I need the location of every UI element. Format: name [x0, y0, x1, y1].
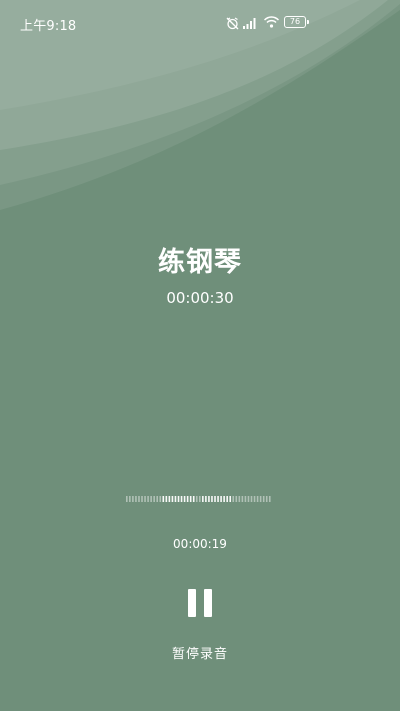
- waveform-bar: [129, 496, 131, 502]
- waveform-bar: [135, 496, 137, 502]
- pause-recording-label[interactable]: 暂停录音: [0, 643, 400, 662]
- waveform-bar: [232, 496, 235, 502]
- waveform-bar: [208, 496, 210, 502]
- waveform-bar: [168, 496, 171, 502]
- recording-title: 练钢琴: [158, 247, 242, 278]
- waveform-bar: [241, 496, 244, 502]
- audio-waveform: [126, 496, 271, 502]
- waveform-bar: [126, 496, 128, 502]
- waveform-bar: [205, 496, 207, 502]
- waveform-bar: [150, 496, 152, 502]
- waveform-bar: [202, 496, 204, 502]
- waveform-bar: [159, 496, 162, 502]
- status-bar: 上午9:18 76: [0, 0, 400, 48]
- waveform-bar: [144, 496, 146, 502]
- waveform-bar: [162, 496, 165, 502]
- pause-button[interactable]: [180, 583, 220, 623]
- elapsed-time: 00:00:19: [173, 537, 227, 551]
- waveform-bar: [171, 496, 174, 502]
- battery-icon: 76: [284, 16, 309, 28]
- waveform-bar: [141, 496, 143, 502]
- alarm-off-icon: [226, 17, 239, 30]
- waveform-bar: [153, 496, 155, 502]
- total-duration: 00:00:30: [166, 289, 234, 307]
- waveform-bar: [235, 496, 238, 502]
- waveform-bar: [165, 496, 168, 502]
- waveform-bar: [186, 496, 189, 502]
- waveform-bar: [180, 496, 183, 502]
- waveform-bar: [147, 496, 149, 502]
- waveform-bar: [229, 496, 232, 502]
- waveform-bar: [199, 496, 201, 502]
- waveform-bar: [244, 496, 247, 502]
- battery-level: 76: [289, 17, 301, 26]
- waveform-bar: [256, 496, 259, 502]
- waveform-bar: [259, 496, 262, 502]
- waveform-bar: [262, 496, 265, 502]
- waveform-bar: [195, 496, 198, 502]
- waveform-bar: [211, 496, 213, 502]
- waveform-bar: [217, 496, 219, 502]
- waveform-bar: [238, 496, 241, 502]
- waveform-bar: [265, 496, 268, 502]
- recording-screen: 上午9:18 76 练钢琴 00:00:30 00:00:19 暂停录音: [0, 0, 400, 711]
- waveform-bar: [177, 496, 180, 502]
- waveform-bar: [138, 496, 140, 502]
- waveform-bar: [183, 496, 186, 502]
- waveform-bar: [220, 496, 222, 502]
- pause-icon: [188, 589, 212, 617]
- waveform-bar: [214, 496, 216, 502]
- waveform-bar: [268, 496, 271, 502]
- wifi-icon: [264, 16, 279, 28]
- waveform-bar: [223, 496, 225, 502]
- waveform-bar: [247, 496, 250, 502]
- waveform-bar: [156, 496, 159, 502]
- signal-icon: [243, 18, 256, 29]
- waveform-bar: [253, 496, 256, 502]
- waveform-bar: [189, 496, 192, 502]
- waveform-bar: [132, 496, 134, 502]
- status-time: 上午9:18: [20, 19, 77, 34]
- waveform-bar: [192, 496, 195, 502]
- waveform-bar: [174, 496, 177, 502]
- waveform-bar: [226, 496, 228, 502]
- waveform-bar: [250, 496, 253, 502]
